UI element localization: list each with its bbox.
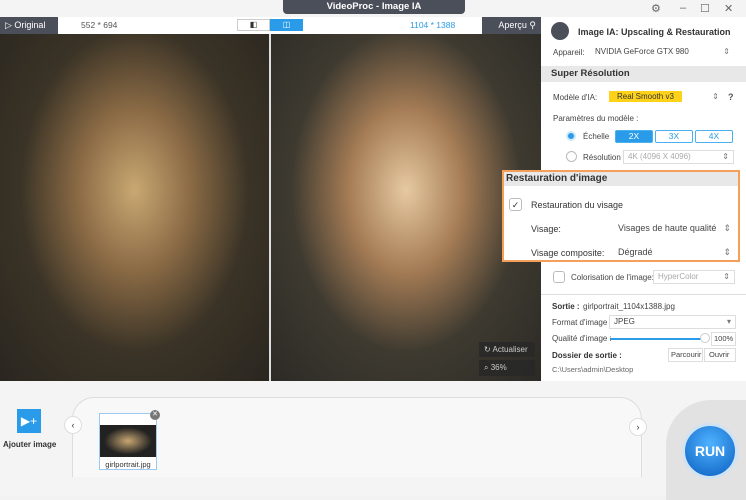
resolution-radio[interactable] [566, 151, 577, 162]
zoom-button[interactable]: ⌕ 36% [479, 360, 535, 376]
resolution-label: Résolution [583, 153, 621, 162]
composite-select[interactable]: Dégradé ⇕ [613, 245, 736, 259]
model-select[interactable]: Real Smooth v3 ⇕ [604, 90, 724, 104]
scale-4x-button[interactable]: 4X [695, 130, 733, 143]
quality-slider[interactable] [610, 338, 705, 340]
apercu-label: Aperçu [498, 20, 527, 30]
scroll-right-button[interactable]: › [629, 418, 647, 436]
super-resolution-header: Super Résolution [541, 66, 746, 82]
quality-slider-handle[interactable] [700, 333, 710, 343]
panel-header: Image IA: Upscaling & Restauration [578, 27, 731, 37]
device-value: NVIDIA GeForce GTX 980 [595, 47, 689, 56]
single-view-button[interactable]: ◧ [237, 19, 270, 31]
original-image [0, 34, 269, 381]
quality-label: Qualité d'image : [552, 334, 612, 343]
device-label: Appareil: [553, 48, 585, 57]
restoration-header: Restauration d'image [504, 172, 738, 186]
search-icon: ⚲ [529, 20, 536, 30]
split-view-button[interactable]: ◫ [270, 19, 303, 31]
run-button[interactable]: RUN [682, 423, 738, 479]
file-name: girlportrait.jpg [105, 460, 151, 469]
browse-button[interactable]: Parcourir [668, 348, 703, 362]
remove-file-icon[interactable]: ✕ [150, 410, 160, 420]
original-size: 552 * 694 [81, 20, 118, 30]
composite-value: Dégradé [618, 247, 653, 257]
window-title: VideoProc - Image IA [283, 0, 465, 14]
output-label: Sortie : [552, 302, 580, 311]
tab-original[interactable]: ▷ Original [0, 17, 58, 34]
preview-image [271, 34, 541, 381]
quality-value[interactable]: 100% [711, 332, 736, 346]
file-tray [72, 397, 642, 477]
scale-2x-button[interactable]: 2X [615, 130, 653, 143]
params-label: Paramètres du modèle : [553, 114, 639, 123]
scale-3x-button[interactable]: 3X [655, 130, 693, 143]
tab-apercu[interactable]: Aperçu ⚲ [482, 17, 541, 34]
original-label: Original [14, 20, 46, 30]
model-label: Modèle d'IA: [553, 93, 598, 102]
face-label: Visage: [531, 224, 561, 234]
add-image-label[interactable]: Ajouter image [3, 440, 56, 449]
maximize-button[interactable]: ☐ [700, 2, 710, 15]
face-restore-label: Restauration du visage [531, 200, 624, 210]
resolution-select[interactable]: 4K (4096 X 4096) ⇕ [623, 150, 734, 164]
folder-label: Dossier de sortie : [552, 351, 622, 360]
file-item[interactable]: girlportrait.jpg [99, 413, 157, 470]
settings-gear-icon[interactable]: ⚙ [651, 2, 661, 15]
ai-aperture-icon [551, 22, 569, 40]
refresh-button[interactable]: ↻ Actualiser [479, 342, 535, 357]
face-select[interactable]: Visages de haute qualité ⇕ [613, 221, 736, 235]
scroll-left-button[interactable]: ‹ [64, 416, 82, 434]
scale-label: Échelle [583, 132, 610, 141]
output-filename: girlportrait_1104x1388.jpg [583, 302, 675, 311]
file-thumbnail [100, 425, 156, 457]
resolution-value: 4K (4096 X 4096) [628, 152, 691, 161]
format-label: Format d'image : [552, 318, 612, 327]
face-restore-checkbox[interactable]: ✓ [509, 198, 522, 211]
open-button[interactable]: Ouvrir [704, 348, 736, 362]
output-size: 1104 * 1388 [410, 20, 456, 30]
minimize-button[interactable]: – [680, 2, 686, 14]
close-button[interactable]: ✕ [724, 2, 733, 15]
folder-path: C:\Users\admin\Desktop [552, 365, 634, 374]
format-select[interactable]: JPEG ▾ [609, 315, 736, 329]
add-image-icon[interactable]: ▶+ [17, 409, 41, 433]
colorization-checkbox[interactable] [553, 271, 565, 283]
model-value: Real Smooth v3 [609, 91, 682, 102]
colorization-label: Colorisation de l'image: [571, 273, 654, 282]
refresh-icon: ↻ [484, 345, 491, 354]
zoom-level: 36% [490, 363, 507, 372]
device-select[interactable]: NVIDIA GeForce GTX 980 ⇕ [590, 45, 735, 59]
composite-label: Visage composite: [531, 248, 605, 258]
colorization-select[interactable]: HyperColor ⇕ [653, 270, 735, 284]
scale-radio[interactable] [566, 131, 576, 141]
divider [541, 294, 746, 295]
colorization-value: HyperColor [658, 272, 699, 281]
zoom-icon: ⌕ [484, 363, 489, 372]
format-value: JPEG [614, 317, 635, 326]
help-icon[interactable]: ? [728, 92, 734, 102]
face-value: Visages de haute qualité [618, 223, 717, 233]
refresh-label: Actualiser [492, 345, 528, 354]
